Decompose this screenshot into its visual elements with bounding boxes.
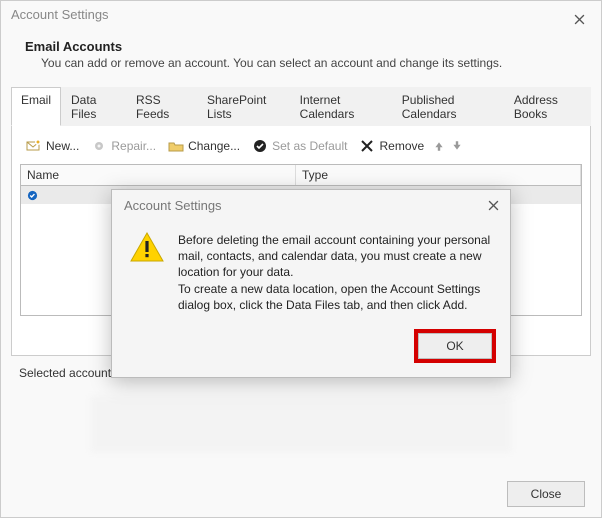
remove-button[interactable]: Remove	[355, 136, 428, 156]
header-title: Email Accounts	[25, 39, 577, 54]
set-default-button: Set as Default	[248, 136, 351, 156]
column-name[interactable]: Name	[21, 165, 296, 185]
set-default-label: Set as Default	[272, 139, 347, 153]
tab-data-files[interactable]: Data Files	[61, 87, 126, 126]
new-button[interactable]: New...	[22, 136, 83, 156]
tab-address-books[interactable]: Address Books	[504, 87, 591, 126]
account-settings-window: Account Settings Email Accounts You can …	[0, 0, 602, 518]
toolbar: New... Repair... Change... Set as Defaul…	[20, 134, 582, 164]
column-type[interactable]: Type	[296, 165, 581, 185]
close-button[interactable]: Close	[507, 481, 585, 507]
remove-label: Remove	[379, 139, 424, 153]
x-icon	[359, 138, 375, 154]
dialog-footer: OK	[112, 323, 510, 377]
ok-highlight: OK	[414, 329, 496, 363]
ok-button[interactable]: OK	[418, 333, 492, 359]
mail-new-icon	[26, 138, 42, 154]
move-up-icon[interactable]	[432, 139, 446, 153]
tab-sharepoint-lists[interactable]: SharePoint Lists	[197, 87, 290, 126]
dialog-para2: To create a new data location, open the …	[178, 281, 494, 313]
tabstrip: Email Data Files RSS Feeds SharePoint Li…	[11, 86, 591, 126]
dialog-title: Account Settings	[124, 198, 222, 213]
repair-label: Repair...	[111, 139, 156, 153]
redacted-area	[91, 396, 511, 452]
titlebar: Account Settings	[1, 1, 601, 31]
dialog-titlebar: Account Settings	[112, 190, 510, 218]
folder-change-icon	[168, 138, 184, 154]
change-button[interactable]: Change...	[164, 136, 244, 156]
default-check-icon	[25, 188, 39, 202]
gear-icon	[91, 138, 107, 154]
close-icon[interactable]	[567, 7, 591, 31]
warning-icon	[130, 232, 164, 262]
window-title: Account Settings	[11, 7, 109, 22]
dialog-close-icon[interactable]	[484, 196, 502, 214]
dialog-text: Before deleting the email account contai…	[178, 232, 494, 313]
dialog-para1: Before deleting the email account contai…	[178, 232, 494, 281]
change-label: Change...	[188, 139, 240, 153]
new-label: New...	[46, 139, 79, 153]
header-subtitle: You can add or remove an account. You ca…	[41, 56, 577, 70]
footer: Close	[507, 481, 585, 507]
dialog-body: Before deleting the email account contai…	[112, 218, 510, 323]
warning-dialog: Account Settings Before deleting the ema…	[111, 189, 511, 378]
tab-published-calendars[interactable]: Published Calendars	[392, 87, 504, 126]
tab-rss-feeds[interactable]: RSS Feeds	[126, 87, 197, 126]
header: Email Accounts You can add or remove an …	[1, 31, 601, 86]
tab-internet-calendars[interactable]: Internet Calendars	[290, 87, 392, 126]
check-circle-icon	[252, 138, 268, 154]
list-header: Name Type	[20, 164, 582, 186]
tab-email[interactable]: Email	[11, 87, 61, 126]
repair-button: Repair...	[87, 136, 160, 156]
move-down-icon[interactable]	[450, 139, 464, 153]
